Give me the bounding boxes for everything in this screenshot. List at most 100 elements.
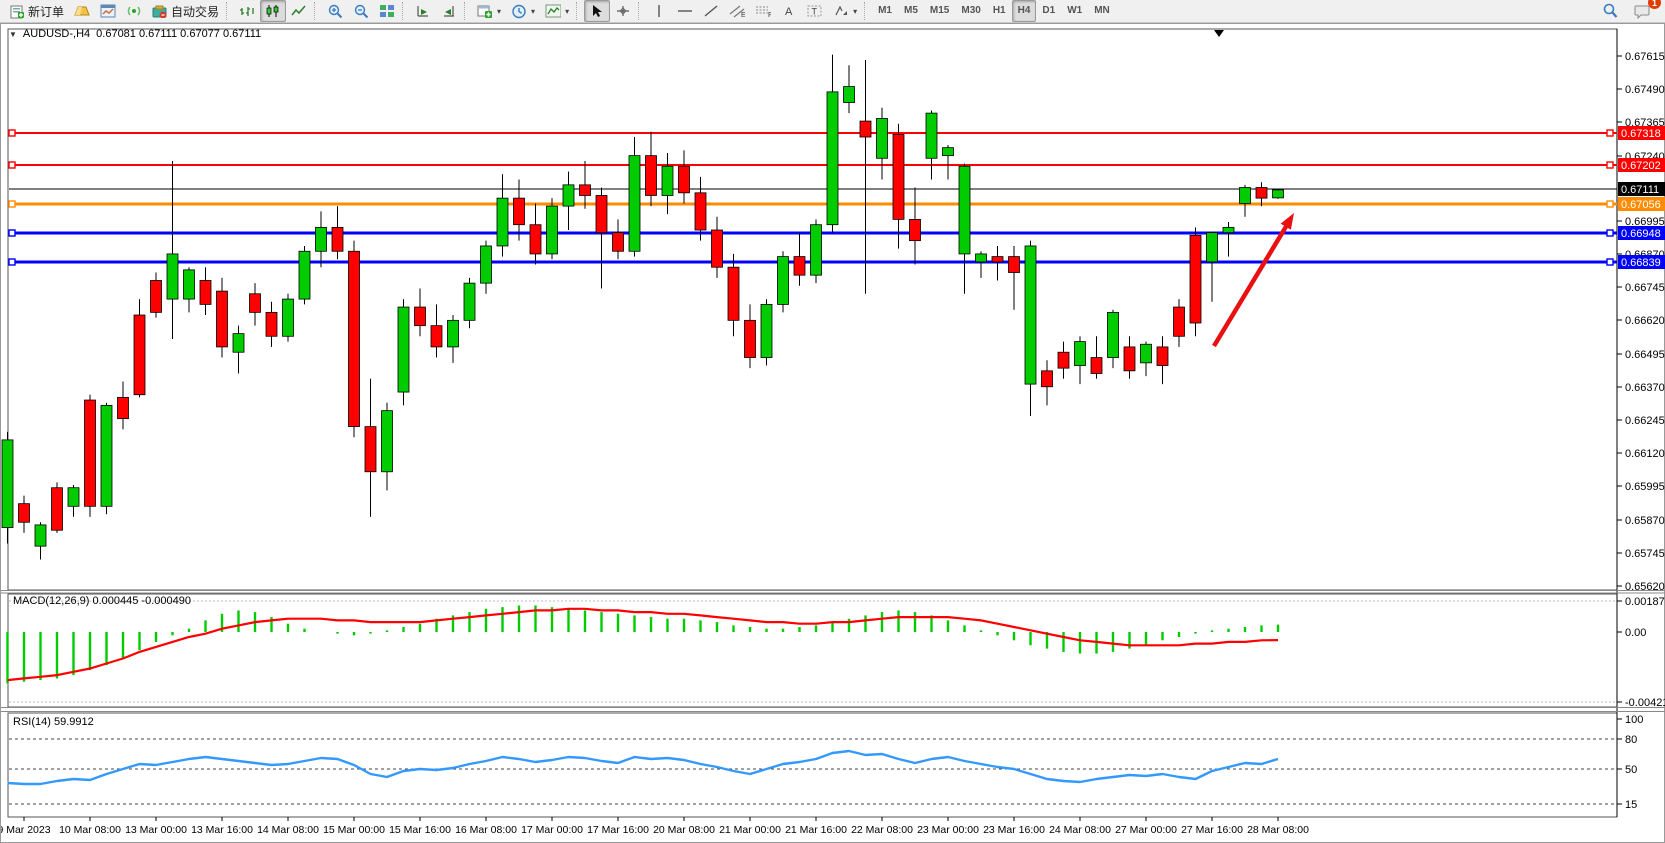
timeframe-button-m15[interactable]: M15 <box>924 0 955 22</box>
bar-chart-button[interactable] <box>234 0 260 22</box>
chart-shift-button[interactable] <box>436 0 462 22</box>
price-tag-label: 0.67202 <box>1621 160 1661 172</box>
periodicity-button[interactable]: ▾ <box>506 0 540 22</box>
candle-body <box>530 225 541 254</box>
text-label-button[interactable]: T <box>802 0 828 22</box>
line-chart-button[interactable] <box>286 0 312 22</box>
candle-body <box>613 233 624 252</box>
svg-text:E: E <box>741 12 745 18</box>
svg-text:F: F <box>768 12 771 18</box>
signal-button[interactable] <box>121 0 147 22</box>
rsi-panel-border <box>8 713 1617 817</box>
timeframe-button-h4[interactable]: H4 <box>1012 0 1037 22</box>
price-tick-label: 0.65995 <box>1625 481 1665 493</box>
candle-body <box>266 312 277 336</box>
shift-marker-icon <box>1214 30 1224 37</box>
macd-label: MACD(12,26,9) 0.000445 -0.000490 <box>13 595 191 607</box>
candle-body <box>563 185 574 206</box>
fibonacci-button[interactable]: F <box>750 0 776 22</box>
level-anchor-right <box>1607 259 1613 265</box>
chart-collapse-icon[interactable]: ▼ <box>9 30 17 39</box>
candle-body <box>299 251 310 299</box>
candle-body <box>19 504 30 523</box>
candle-body <box>349 251 360 426</box>
level-anchor-left <box>9 162 15 168</box>
macd-tick-label: -0.00421 <box>1625 697 1665 709</box>
timeframe-button-m1[interactable]: M1 <box>872 0 898 22</box>
timeframe-button-m5[interactable]: M5 <box>898 0 924 22</box>
time-tick-label: 20 Mar 08:00 <box>653 824 715 836</box>
timeframe-button-d1[interactable]: D1 <box>1036 0 1061 22</box>
trend-arrow-head <box>1281 213 1294 230</box>
candle-body <box>448 320 459 347</box>
chart-window-button[interactable] <box>95 0 121 22</box>
candle-body <box>1124 347 1135 371</box>
autotrade-button[interactable]: 自动交易 <box>147 0 224 22</box>
time-tick-label: 27 Mar 16:00 <box>1181 824 1243 836</box>
candle-body <box>1190 235 1201 323</box>
channel-button[interactable]: E <box>724 0 750 22</box>
time-tick-label: 13 Mar 16:00 <box>191 824 253 836</box>
chat-button[interactable]: 1 <box>1629 0 1655 22</box>
candle-body <box>893 134 904 219</box>
shapes-button[interactable]: ▾ <box>828 0 862 22</box>
auto-scroll-button[interactable] <box>410 0 436 22</box>
trend-arrow[interactable] <box>1214 220 1290 346</box>
timeframe-button-w1[interactable]: W1 <box>1061 0 1088 22</box>
crosshair-button[interactable] <box>610 0 636 22</box>
macd-panel-border <box>8 594 1617 707</box>
new-chart-button[interactable]: ▾ <box>472 0 506 22</box>
candle-body <box>1207 233 1218 262</box>
price-tick-label: 0.66245 <box>1625 415 1665 427</box>
candle-body <box>464 283 475 320</box>
candle-body <box>283 299 294 336</box>
time-tick-label: 13 Mar 00:00 <box>125 824 187 836</box>
timeframe-button-h1[interactable]: H1 <box>987 0 1012 22</box>
timeframe-button-m30[interactable]: M30 <box>955 0 986 22</box>
time-tick-label: 15 Mar 00:00 <box>323 824 385 836</box>
candle-body <box>1141 344 1152 363</box>
tile-windows-button[interactable] <box>374 0 400 22</box>
level-anchor-left <box>9 259 15 265</box>
price-tag-label: 0.67318 <box>1621 128 1661 140</box>
level-anchor-left <box>9 230 15 236</box>
trading-platform: 新订单自动交易▾▾▾EFAT▾M1M5M15M30H1H4D1W1MN1 ▼ A… <box>0 0 1665 843</box>
candle-body <box>926 113 937 158</box>
gold-button[interactable] <box>69 0 95 22</box>
price-tag-label: 0.66948 <box>1621 228 1661 240</box>
candle-body <box>1042 371 1053 387</box>
trendline-button[interactable] <box>698 0 724 22</box>
candle-body <box>547 206 558 254</box>
time-tick-label: 10 Mar 08:00 <box>59 824 121 836</box>
candle-body <box>1075 342 1086 366</box>
time-tick-label: 27 Mar 00:00 <box>1115 824 1177 836</box>
search-button[interactable] <box>1597 0 1623 22</box>
timeframe-button-mn[interactable]: MN <box>1088 0 1116 22</box>
price-tick-label: 0.65870 <box>1625 515 1665 527</box>
time-tick-label: 9 Mar 2023 <box>1 824 51 836</box>
time-tick-label: 15 Mar 16:00 <box>389 824 451 836</box>
time-tick-label: 21 Mar 16:00 <box>785 824 847 836</box>
chart-window[interactable]: ▼ AUDUSD-,H4 0.67081 0.67111 0.67077 0.6… <box>0 23 1665 843</box>
text-button[interactable]: A <box>776 0 802 22</box>
time-tick-label: 14 Mar 08:00 <box>257 824 319 836</box>
candle-body <box>844 87 855 103</box>
candle-body <box>712 230 723 267</box>
zoom-in-button[interactable] <box>322 0 348 22</box>
candle-body <box>959 166 970 254</box>
candle-body <box>910 219 921 240</box>
rsi-label: RSI(14) 59.9912 <box>13 716 94 728</box>
price-tick-label: 0.65745 <box>1625 548 1665 560</box>
candle-body <box>481 246 492 283</box>
vertical-line-button[interactable] <box>646 0 672 22</box>
candle-body <box>976 254 987 262</box>
candle-body <box>184 270 195 299</box>
cursor-button[interactable] <box>584 0 610 22</box>
horizontal-line-button[interactable] <box>672 0 698 22</box>
candlestick-button[interactable] <box>260 0 286 22</box>
toolbar-separator <box>864 2 870 20</box>
zoom-out-button[interactable] <box>348 0 374 22</box>
candlestick-chart[interactable]: 0.676150.674900.673650.672400.669950.668… <box>1 24 1665 843</box>
new-order-button[interactable]: 新订单 <box>4 0 69 22</box>
indicators-button[interactable]: ▾ <box>540 0 574 22</box>
